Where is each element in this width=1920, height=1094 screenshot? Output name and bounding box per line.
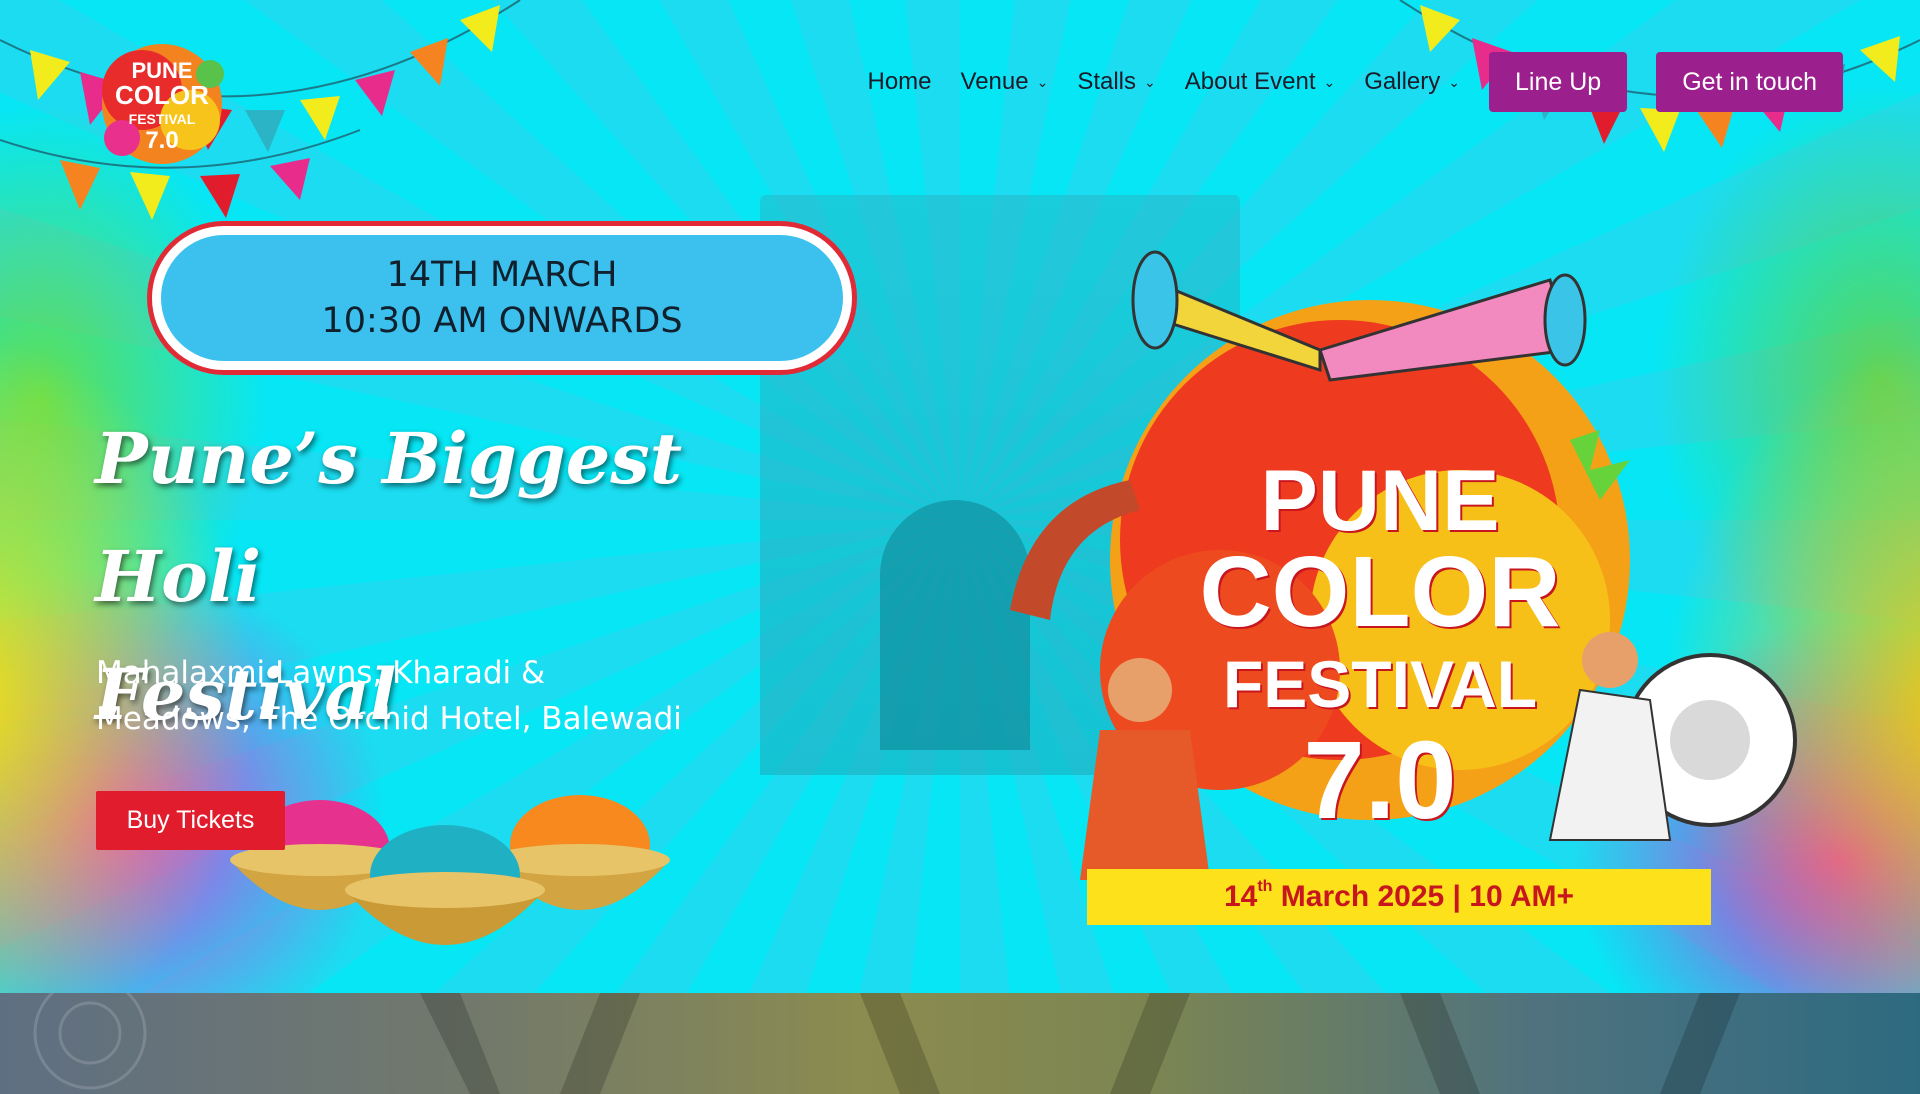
venue-line-1: Mahalaxmi Lawns, Kharadi & <box>96 655 546 691</box>
nav-item-home[interactable]: Home <box>867 68 931 96</box>
color-powder-bowls-icon <box>230 795 670 945</box>
line-up-button[interactable]: Line Up <box>1489 52 1628 112</box>
venue-line-2: Meadows, The Orchid Hotel, Balewadi <box>96 701 682 737</box>
logo-text-2: COLOR <box>115 80 209 110</box>
event-time: 10:30 AM ONWARDS <box>321 301 683 341</box>
nav-item-label: Venue <box>960 68 1029 95</box>
dancers-silhouette-pattern <box>33 993 1740 1094</box>
hero-section: PUNE COLOR FESTIVAL 7.0 Home Venue ⌄ Sta… <box>0 0 1920 993</box>
nav-item-label: Gallery <box>1364 68 1441 95</box>
buy-tickets-button[interactable]: Buy Tickets <box>96 791 285 850</box>
event-date-badge: 14TH MARCH 10:30 AM ONWARDS <box>152 226 852 370</box>
artwork-date-rest: March 2025 | 10 AM+ <box>1280 880 1575 913</box>
chevron-down-icon: ⌄ <box>1323 73 1336 90</box>
nav-item-label: Home <box>867 68 932 95</box>
artwork-date-suffix: th <box>1257 878 1273 895</box>
artwork-title-line-3: FESTIVAL <box>1222 647 1538 721</box>
artwork-date-banner: 14th March 2025 | 10 AM+ <box>1087 869 1711 925</box>
headline-line-1: Pune’s Biggest Holi <box>95 417 683 618</box>
nav-item-label: About Event <box>1184 68 1316 95</box>
event-date: 14TH MARCH <box>386 255 618 295</box>
artwork-date-day: 14 <box>1223 880 1258 913</box>
artwork-title: PUNE COLOR FESTIVAL 7.0 <box>1170 453 1590 842</box>
artwork-title-line-2: COLOR <box>1199 536 1561 648</box>
artwork-title-line-1: PUNE <box>1260 453 1500 549</box>
nav-item-venue[interactable]: Venue ⌄ <box>961 68 1049 96</box>
artwork-title-line-4: 7.0 <box>1303 719 1457 842</box>
nav-item-gallery[interactable]: Gallery ⌄ <box>1364 68 1460 96</box>
main-nav: Home Venue ⌄ Stalls ⌄ About Event ⌄ Gall… <box>867 52 1843 112</box>
nav-item-about-event[interactable]: About Event ⌄ <box>1185 68 1336 96</box>
venue-text: Mahalaxmi Lawns, Kharadi & Meadows, The … <box>96 650 696 742</box>
site-logo[interactable]: PUNE COLOR FESTIVAL 7.0 <box>82 28 242 168</box>
get-in-touch-button[interactable]: Get in touch <box>1656 52 1843 112</box>
nav-item-label: Stalls <box>1077 68 1137 95</box>
next-section-preview <box>0 993 1920 1094</box>
logo-text-4: 7.0 <box>145 127 178 154</box>
nav-item-stalls[interactable]: Stalls ⌄ <box>1077 68 1155 96</box>
chevron-down-icon: ⌄ <box>1036 73 1049 90</box>
bunting-flags-icon <box>1399 0 1920 152</box>
chevron-down-icon: ⌄ <box>1448 73 1461 90</box>
chevron-down-icon: ⌄ <box>1144 73 1156 90</box>
logo-text-3: FESTIVAL <box>129 111 196 127</box>
